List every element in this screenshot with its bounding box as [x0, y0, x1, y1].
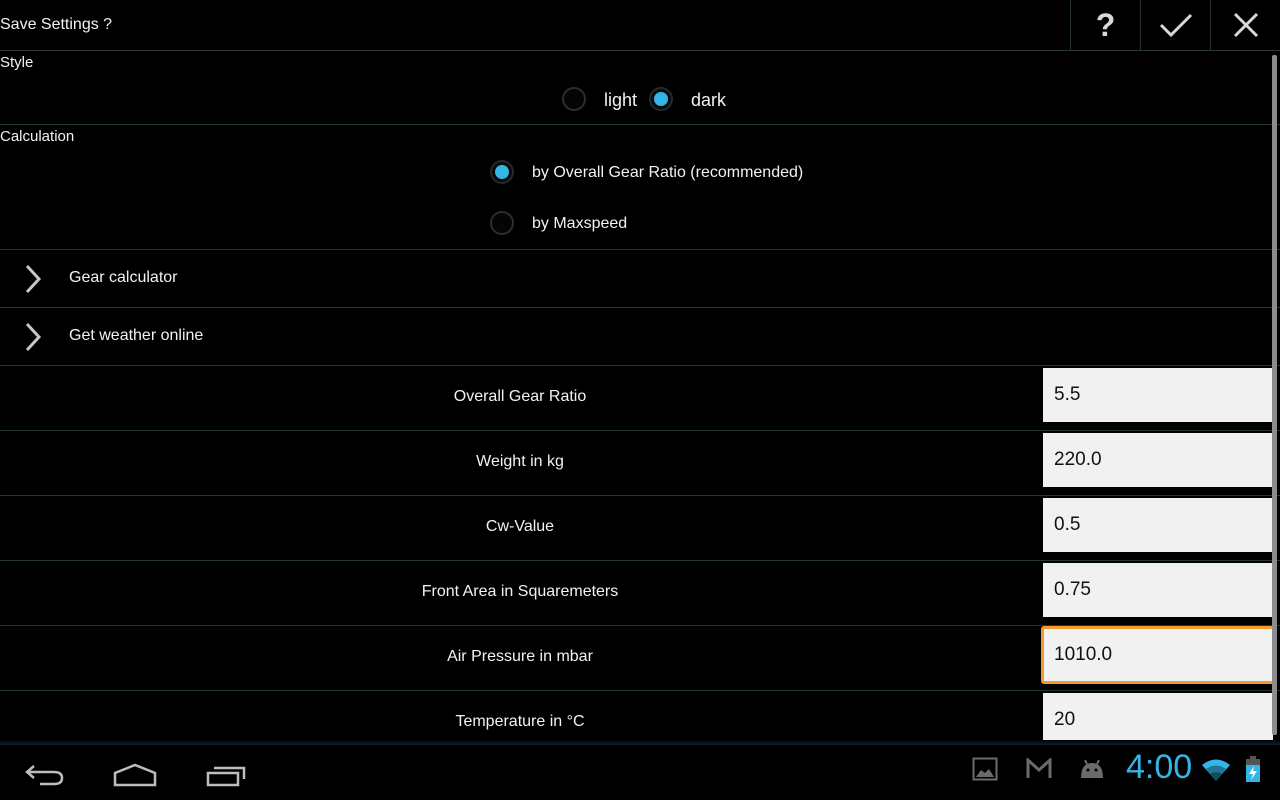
- cw-value-input[interactable]: [1043, 498, 1273, 552]
- calc-maxspeed-radio[interactable]: [490, 211, 514, 235]
- style-light-label[interactable]: light: [604, 90, 637, 111]
- calculation-label: Calculation: [0, 128, 75, 145]
- field-row-air-pressure: Air Pressure in mbar: [0, 626, 1280, 691]
- calculation-section: Calculation by Overall Gear Ratio (recom…: [0, 125, 1280, 250]
- cancel-button[interactable]: [1210, 0, 1280, 50]
- field-row-cw-value: Cw-Value: [0, 496, 1280, 561]
- front-area-input[interactable]: [1043, 563, 1273, 617]
- checkmark-icon: [1159, 13, 1192, 38]
- close-icon: [1233, 12, 1258, 38]
- gear-calculator-expander[interactable]: Gear calculator: [0, 250, 1280, 308]
- gallery-icon[interactable]: [972, 757, 998, 781]
- battery-charging-icon[interactable]: [1244, 755, 1262, 783]
- weather-online-expander[interactable]: Get weather online: [0, 308, 1280, 366]
- calc-gear-ratio-radio[interactable]: [490, 160, 514, 184]
- help-icon: ?: [1095, 6, 1116, 43]
- wifi-icon[interactable]: [1201, 758, 1231, 782]
- clock[interactable]: 4:00: [1126, 748, 1192, 787]
- home-icon: [113, 763, 157, 787]
- gear-ratio-label: Overall Gear Ratio: [453, 388, 587, 405]
- field-row-temperature: Temperature in °C: [0, 691, 1280, 745]
- style-light-radio[interactable]: [562, 87, 586, 111]
- back-icon: [25, 765, 64, 786]
- field-row-front-area: Front Area in Squaremeters: [0, 561, 1280, 626]
- style-label: Style: [0, 54, 34, 71]
- scrollbar[interactable]: [1272, 55, 1277, 735]
- style-dark-label[interactable]: dark: [691, 90, 726, 111]
- temperature-input[interactable]: [1043, 693, 1273, 745]
- field-row-weight: Weight in kg: [0, 431, 1280, 496]
- style-dark-radio[interactable]: [649, 87, 673, 111]
- air-pressure-label: Air Pressure in mbar: [447, 648, 593, 665]
- temperature-label: Temperature in °C: [455, 713, 585, 730]
- air-pressure-input[interactable]: [1041, 626, 1275, 684]
- save-button[interactable]: [1140, 0, 1210, 50]
- system-navbar: 4:00: [0, 745, 1280, 800]
- field-row-gear-ratio: Overall Gear Ratio: [0, 366, 1280, 431]
- home-button[interactable]: [110, 755, 160, 795]
- weight-label: Weight in kg: [476, 453, 564, 470]
- help-button[interactable]: ?: [1070, 0, 1140, 50]
- recent-apps-icon: [206, 766, 246, 787]
- gmail-icon[interactable]: [1026, 758, 1052, 780]
- weight-input[interactable]: [1043, 433, 1273, 487]
- calc-maxspeed-label[interactable]: by Maxspeed: [532, 215, 627, 233]
- settings-list[interactable]: Style light dark Calculation by Overall …: [0, 51, 1280, 745]
- back-button[interactable]: [20, 755, 70, 795]
- gear-calculator-label: Gear calculator: [69, 269, 178, 286]
- title-bar: Save Settings ? ?: [0, 0, 1280, 51]
- android-icon[interactable]: [1078, 759, 1106, 779]
- style-section: Style light dark: [0, 51, 1280, 125]
- gear-ratio-input[interactable]: [1043, 368, 1273, 422]
- weather-online-label: Get weather online: [69, 327, 204, 344]
- recent-apps-button[interactable]: [202, 755, 252, 795]
- chevron-right-icon: [25, 322, 42, 352]
- dialog-title: Save Settings ?: [0, 16, 113, 33]
- chevron-right-icon: [25, 264, 42, 294]
- calc-gear-ratio-label[interactable]: by Overall Gear Ratio (recommended): [532, 164, 803, 182]
- front-area-label: Front Area in Squaremeters: [421, 583, 619, 600]
- cw-value-label: Cw-Value: [485, 518, 555, 535]
